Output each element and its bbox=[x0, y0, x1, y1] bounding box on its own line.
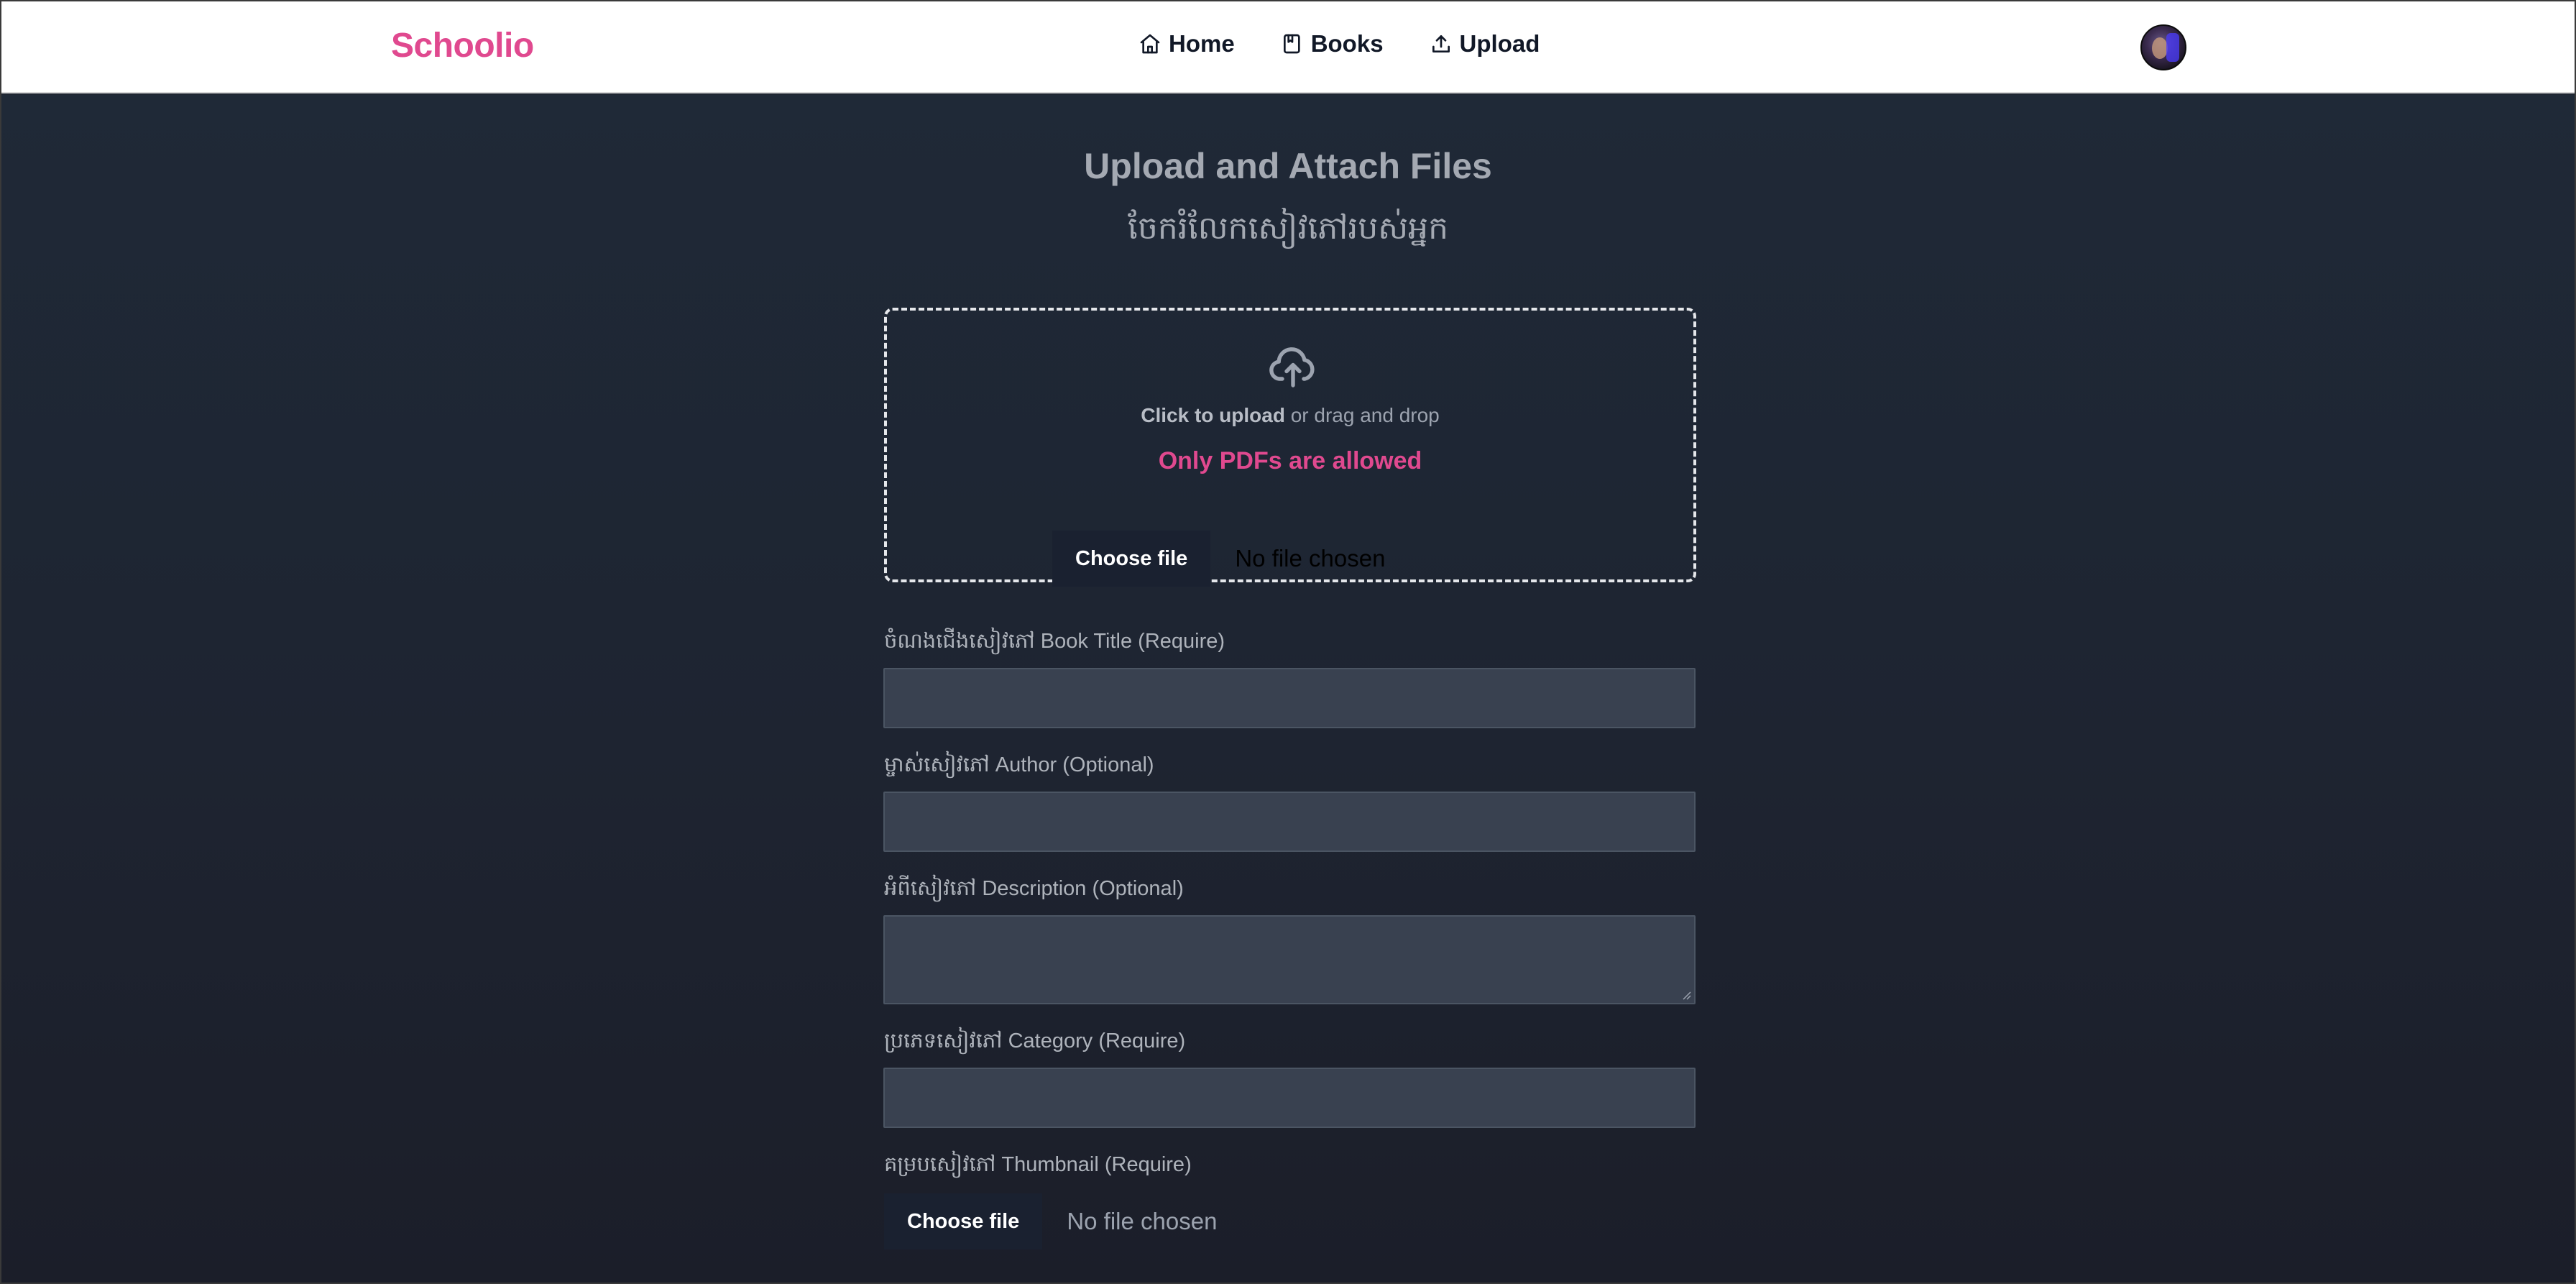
dropzone-instructions: Click to upload or drag and drop bbox=[887, 404, 1693, 427]
pdf-only-warning: Only PDFs are allowed bbox=[1158, 447, 1422, 474]
page-title: Upload and Attach Files bbox=[1084, 146, 1492, 186]
pdf-dropzone[interactable]: Click to upload or drag and drop Only PD… bbox=[884, 308, 1696, 587]
resize-handle-icon[interactable] bbox=[1681, 990, 1691, 1000]
description-label: អំពីសៀវភៅ Description (Optional) bbox=[884, 877, 1184, 900]
top-navbar: Schoolio Home Books Upload bbox=[1, 1, 2575, 93]
drag-drop-text: or drag and drop bbox=[1284, 404, 1440, 426]
author-input[interactable] bbox=[883, 792, 1696, 852]
upload-page: Upload and Attach Files ចែករំលែកសៀវភៅរបស… bbox=[1, 95, 2575, 1283]
pdf-file-status: No file chosen bbox=[1235, 545, 1386, 572]
brand-logo[interactable]: Schoolio bbox=[391, 26, 534, 65]
book-title-input[interactable] bbox=[883, 668, 1696, 728]
book-title-label: ចំណងជើងសៀវភៅ Book Title (Require) bbox=[884, 630, 1225, 653]
category-input[interactable] bbox=[883, 1068, 1696, 1128]
thumbnail-label: គម្របសៀវភៅ Thumbnail (Require) bbox=[884, 1153, 1192, 1176]
nav-links: Home Books Upload bbox=[1138, 30, 1540, 58]
avatar-face bbox=[2152, 37, 2168, 59]
upload-icon bbox=[1432, 35, 1450, 52]
app-window: Schoolio Home Books Upload Upload and At… bbox=[0, 0, 2576, 1284]
pdf-choose-file-button[interactable]: Choose file bbox=[1052, 531, 1211, 587]
thumbnail-file-status: No file chosen bbox=[1067, 1208, 1218, 1234]
home-icon bbox=[1140, 34, 1160, 54]
book-icon bbox=[1283, 34, 1300, 54]
user-avatar[interactable] bbox=[2140, 24, 2186, 70]
thumbnail-choose-file-button[interactable]: Choose file bbox=[884, 1193, 1043, 1249]
avatar-highlight bbox=[2166, 33, 2179, 62]
category-label: ប្រភេទសៀវភៅ Category (Require) bbox=[884, 1030, 1186, 1053]
author-label: ម្ចាស់សៀវភៅ Author (Optional) bbox=[884, 753, 1154, 776]
cloud-upload-icon bbox=[1269, 347, 1315, 388]
click-to-upload-text[interactable]: Click to upload bbox=[1141, 404, 1285, 426]
nav-home-link[interactable]: Home bbox=[1138, 30, 1235, 58]
page-subtitle: ចែករំលែកសៀវភៅរបស់អ្នក bbox=[1127, 210, 1448, 247]
nav-books-link[interactable]: Books bbox=[1281, 30, 1384, 58]
description-textarea[interactable] bbox=[883, 915, 1696, 1004]
pdf-file-input: Choose file No file chosen bbox=[1052, 531, 1385, 587]
thumbnail-file-input: Choose file No file chosen bbox=[884, 1193, 1217, 1249]
nav-upload-link[interactable]: Upload bbox=[1430, 30, 1540, 58]
nav-home-label: Home bbox=[1169, 30, 1235, 57]
nav-books-label: Books bbox=[1310, 30, 1384, 57]
nav-upload-label: Upload bbox=[1459, 30, 1540, 57]
